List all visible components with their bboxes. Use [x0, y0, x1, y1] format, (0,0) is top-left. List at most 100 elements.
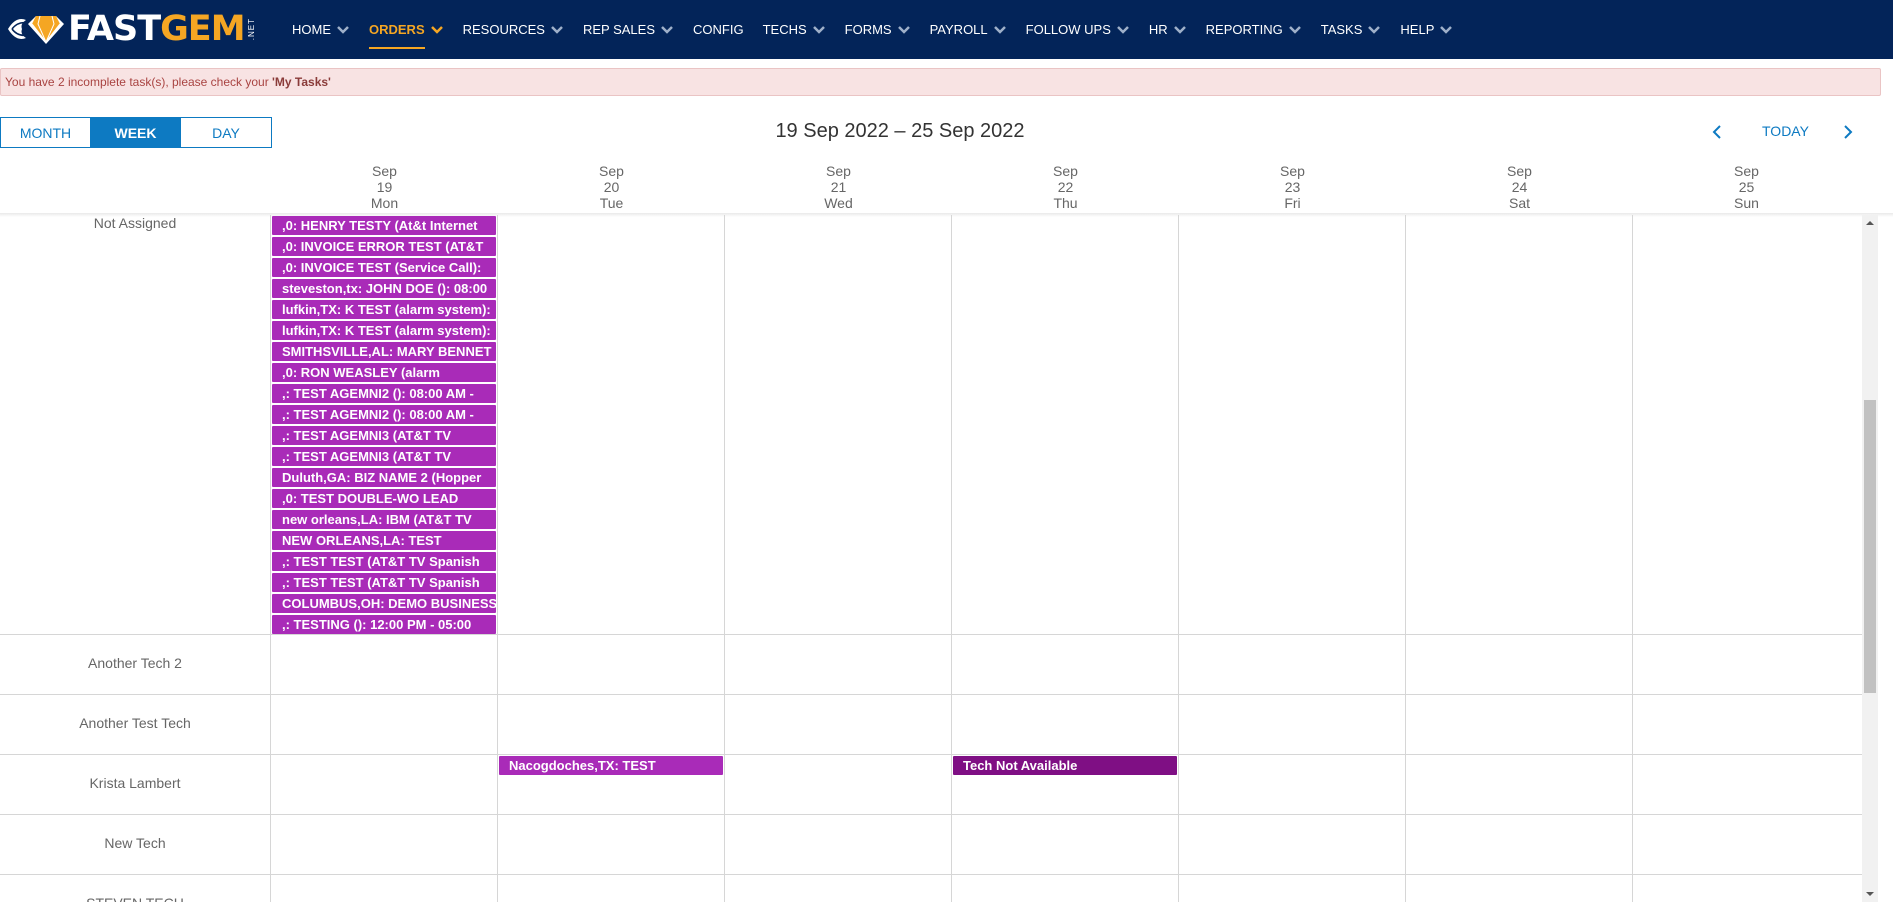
chevron-down-icon	[551, 25, 563, 34]
day-header-month: Sep	[372, 163, 397, 179]
calendar-event[interactable]: ,: TEST TEST (AT&T TV Spanish	[272, 552, 496, 571]
nav-item-payroll[interactable]: PAYROLL	[930, 0, 1007, 59]
day-header-date: 21	[830, 179, 847, 195]
scroll-down-arrow-icon[interactable]	[1862, 886, 1878, 902]
nav-item-hr[interactable]: HR	[1149, 0, 1187, 59]
resource-row[interactable]: New Tech	[0, 815, 1862, 875]
incomplete-tasks-alert: You have 2 incomplete task(s), please ch…	[0, 68, 1881, 96]
view-week-button[interactable]: WEEK	[91, 118, 181, 147]
calendar-event[interactable]: ,: TEST TEST (AT&T TV Spanish	[272, 573, 496, 592]
nav-item-label: FOLLOW UPS	[1025, 22, 1111, 37]
calendar-event[interactable]: ,0: INVOICE TEST (Service Call):	[272, 258, 496, 277]
calendar-event[interactable]: lufkin,TX: K TEST (alarm system):	[272, 321, 496, 340]
chevron-down-icon	[337, 25, 349, 34]
resource-label: Not Assigned	[93, 215, 177, 231]
calendar-event[interactable]: ,0: TEST DOUBLE-WO LEAD	[272, 489, 496, 508]
resource-row[interactable]: Not Assigned ,0: HENRY TESTY (At&t Intern…	[0, 215, 1862, 635]
calendar-event[interactable]: new orleans,LA: IBM (AT&T TV	[272, 510, 496, 529]
nav-item-home[interactable]: HOME	[292, 0, 350, 59]
logo-wordmark: FASTGEM	[68, 9, 246, 49]
view-month-button[interactable]: MONTH	[1, 118, 91, 147]
alert-text: You have 2 incomplete task(s), please ch…	[5, 75, 273, 89]
resource-row[interactable]: Krista Lambert Nacogdoches,TX: TEST Tech N…	[0, 755, 1862, 815]
nav-item-orders[interactable]: ORDERS	[369, 0, 444, 59]
nav-item-techs[interactable]: TECHS	[763, 0, 826, 59]
my-tasks-link[interactable]: 'My Tasks'	[272, 75, 331, 89]
calendar-event[interactable]: ,: TEST AGEMNI3 (AT&T TV	[272, 426, 496, 445]
calendar-event[interactable]: steveston,tx: JOHN DOE (): 08:00	[272, 279, 496, 298]
chevron-down-icon	[1368, 25, 1381, 34]
chevron-down-icon	[897, 25, 910, 34]
calendar-scrollbar[interactable]	[1862, 215, 1878, 902]
calendar-day-header: Sep 19 Mon Sep 20 Tue Sep 21 Wed Sep 22 Thu Sep 23 Fri…	[0, 163, 1893, 215]
day-header-date: 23	[1284, 179, 1301, 195]
resource-label: STEVEN TECH	[0, 895, 270, 902]
day-header-date: 20	[603, 179, 620, 195]
resource-row[interactable]: Another Tech 2	[0, 635, 1862, 695]
day-header-tue: Sep 20 Tue	[498, 163, 725, 211]
day-header-sat: Sep 24 Sat	[1406, 163, 1633, 211]
nav-item-resources[interactable]: RESOURCES	[463, 0, 564, 59]
calendar-event[interactable]: ,0: HENRY TESTY (At&t Internet	[272, 216, 496, 235]
day-header-weekday: Tue	[599, 195, 624, 211]
next-week-button[interactable]	[1840, 122, 1856, 142]
calendar-event[interactable]: Nacogdoches,TX: TEST	[499, 756, 723, 775]
nav-item-rep-sales[interactable]: REP SALES	[583, 0, 674, 59]
top-navbar: FASTGEM .NET HOME ORDERS RESOURCES REP SALE…	[0, 0, 1893, 59]
resource-label: Another Tech 2	[88, 655, 182, 671]
calendar-event[interactable]: NEW ORLEANS,LA: TEST	[272, 531, 496, 550]
calendar-resource-grid: Not Assigned ,0: HENRY TESTY (At&t Intern…	[0, 215, 1862, 902]
resource-label: Another Test Tech	[79, 715, 191, 731]
fastgem-logo[interactable]: FASTGEM .NET	[6, 10, 256, 48]
calendar-event[interactable]: SMITHSVILLE,AL: MARY BENNET	[272, 342, 496, 361]
calendar-event[interactable]: ,0: RON WEASLEY (alarm	[272, 363, 496, 382]
calendar-view-switch: MONTH WEEK DAY	[0, 117, 272, 148]
resource-row[interactable]: STEVEN TECH	[0, 875, 1862, 902]
chevron-down-icon	[812, 25, 825, 34]
day-header-month: Sep	[1053, 163, 1078, 179]
resource-row[interactable]: Another Test Tech	[0, 695, 1862, 755]
view-day-button[interactable]: DAY	[181, 118, 271, 147]
calendar-event[interactable]: Duluth,GA: BIZ NAME 2 (Hopper	[272, 468, 496, 487]
calendar-event[interactable]: ,: TEST AGEMNI2 (): 08:00 AM -	[272, 405, 496, 424]
day-header-month: Sep	[826, 163, 851, 179]
nav-item-tasks[interactable]: TASKS	[1321, 0, 1382, 59]
calendar-event[interactable]: ,0: INVOICE ERROR TEST (AT&T	[272, 237, 496, 256]
tech-unavailable-event[interactable]: Tech Not Available	[953, 756, 1177, 775]
calendar-event[interactable]: ,: TESTING (): 12:00 PM - 05:00	[272, 615, 496, 634]
calendar-event[interactable]: ,: TEST AGEMNI3 (AT&T TV	[272, 447, 496, 466]
day-header-month: Sep	[1280, 163, 1305, 179]
resource-label: Krista Lambert	[89, 775, 181, 791]
nav-item-follow-ups[interactable]: FOLLOW UPS	[1026, 0, 1130, 59]
day-header-month: Sep	[599, 163, 624, 179]
nav-item-label: RESOURCES	[462, 22, 545, 37]
scroll-thumb[interactable]	[1864, 400, 1876, 693]
day-header-date: 22	[1057, 179, 1074, 195]
prev-week-button[interactable]	[1709, 122, 1725, 142]
chevron-down-icon	[1288, 25, 1301, 34]
date-range-title: 19 Sep 2022 – 25 Sep 2022	[775, 120, 1025, 142]
nav-item-label: FORMS	[844, 22, 892, 37]
nav-item-label: HOME	[292, 22, 331, 37]
nav-item-help[interactable]: HELP	[1400, 0, 1453, 59]
chevron-down-icon	[1173, 25, 1186, 34]
scroll-up-arrow-icon[interactable]	[1862, 215, 1878, 231]
day-header-weekday: Sat	[1508, 195, 1530, 211]
calendar-event[interactable]: ,: TEST AGEMNI2 (): 08:00 AM -	[272, 384, 496, 403]
nav-item-reporting[interactable]: REPORTING	[1206, 0, 1302, 59]
chevron-down-icon	[661, 25, 673, 34]
nav-item-config[interactable]: CONFIG	[693, 0, 744, 59]
day-header-mon: Sep 19 Mon	[271, 163, 498, 211]
calendar-event[interactable]: lufkin,TX: K TEST (alarm system):	[272, 300, 496, 319]
day-header-month: Sep	[1734, 163, 1759, 179]
nav-item-label: CONFIG	[693, 22, 744, 37]
nav-item-forms[interactable]: FORMS	[845, 0, 911, 59]
nav-item-label: PAYROLL	[929, 22, 988, 37]
nav-item-label: HELP	[1400, 22, 1435, 37]
today-button[interactable]: TODAY	[1762, 123, 1809, 139]
chevron-down-icon	[993, 25, 1006, 34]
day-header-thu: Sep 22 Thu	[952, 163, 1179, 211]
calendar-event[interactable]: COLUMBUS,OH: DEMO BUSINESS	[272, 594, 496, 613]
chevron-down-icon	[430, 25, 443, 34]
main-menu: HOME ORDERS RESOURCES REP SALES CONFIG TECHS F…	[292, 0, 1472, 59]
